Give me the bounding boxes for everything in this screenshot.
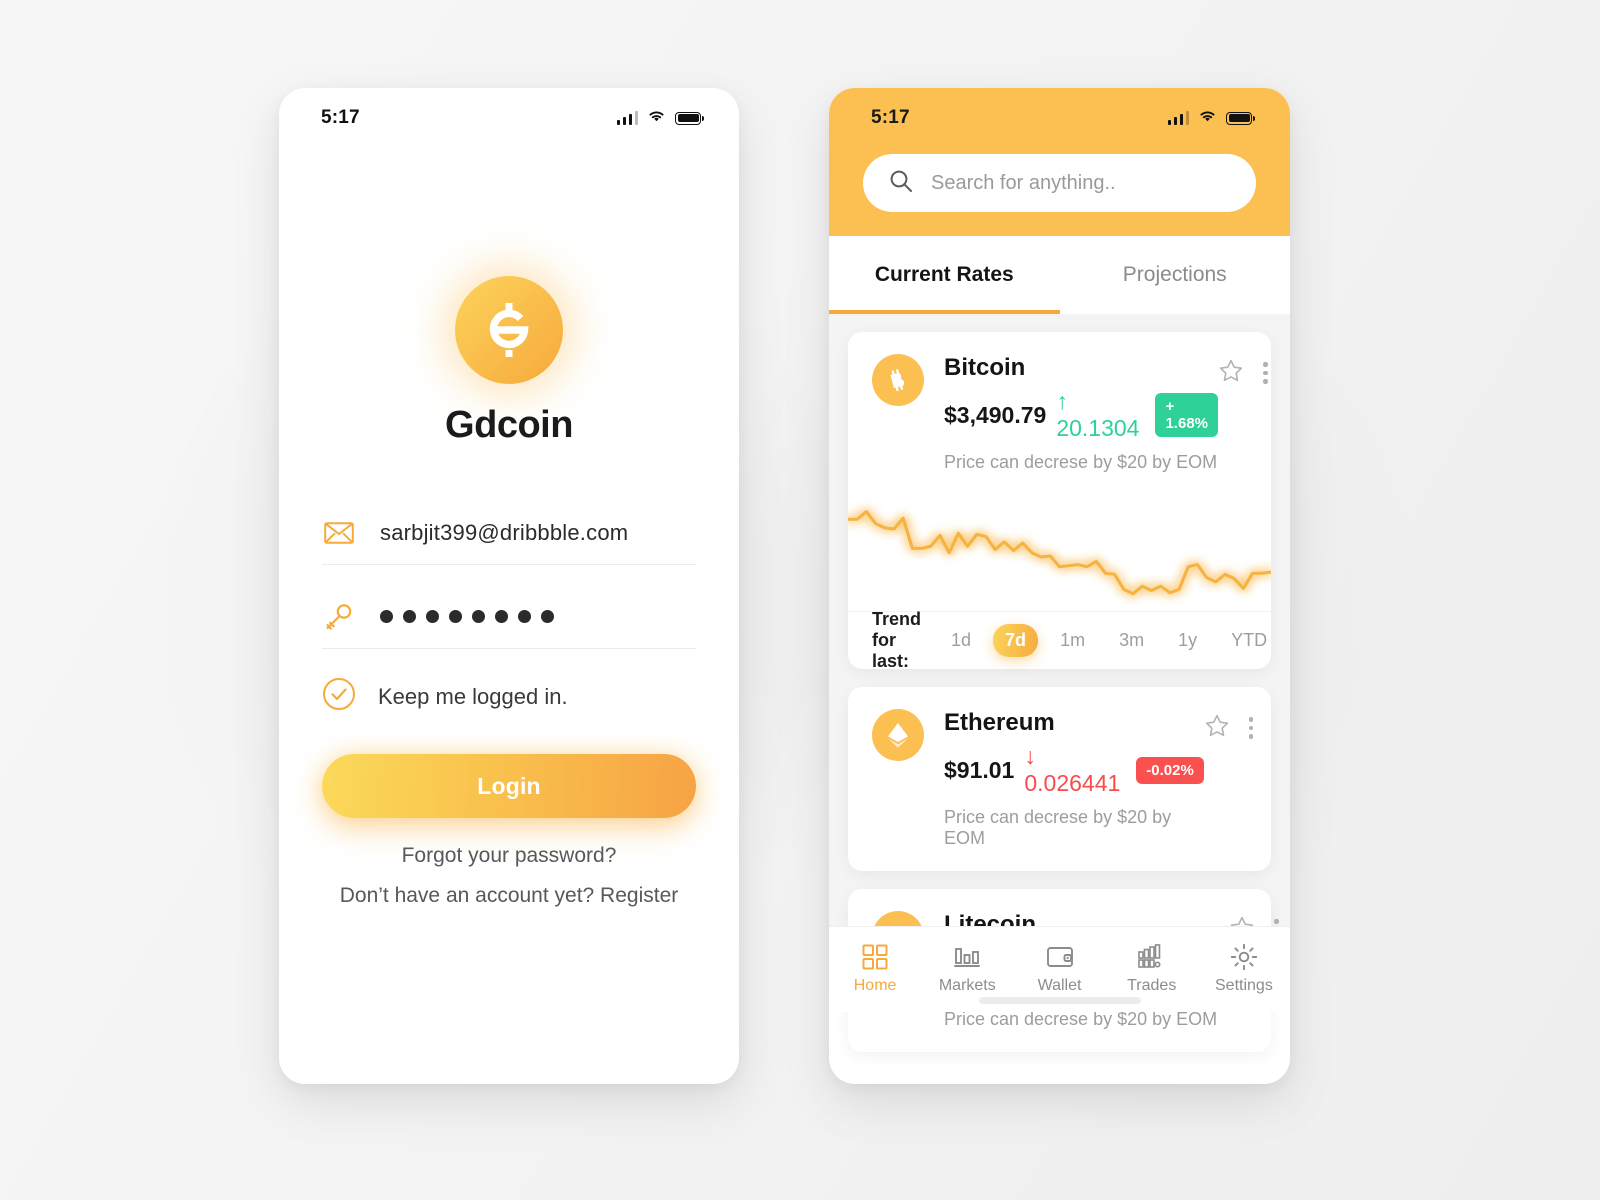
login-button[interactable]: Login — [322, 754, 696, 818]
login-status-bar: 5:17 — [279, 88, 739, 148]
coin-card-actions — [1218, 354, 1271, 473]
bar-chart-icon — [953, 944, 981, 970]
keep-logged-in-checkbox[interactable]: Keep me logged in. — [322, 677, 696, 716]
trades-chart-icon — [1137, 944, 1167, 970]
gear-icon — [1230, 943, 1258, 971]
coin-price: $91.01 — [944, 756, 1015, 783]
home-indicator — [978, 997, 1141, 1004]
forgot-password-link[interactable]: Forgot your password? — [322, 844, 696, 868]
trend-chip-3m[interactable]: 3m — [1107, 624, 1156, 657]
keep-logged-in-label: Keep me logged in. — [378, 683, 568, 709]
coin-note: Price can decrese by $20 by EOM — [944, 807, 1172, 848]
battery-icon — [675, 111, 705, 125]
rates-status-bar: 5:17 — [829, 88, 1290, 148]
nav-item-home[interactable]: Home — [829, 944, 921, 995]
grid-icon — [862, 944, 888, 970]
wallet-icon — [1046, 944, 1074, 970]
search-input[interactable] — [931, 171, 1230, 195]
trend-chip-1y[interactable]: 1y — [1166, 624, 1209, 657]
rates-list: Bitcoin $3,490.79 ↑ 20.1304 + 1.68% Pric… — [829, 314, 1290, 1052]
trend-chip-1m[interactable]: 1m — [1048, 624, 1097, 657]
rates-tabs: Current Rates Projections — [829, 236, 1290, 314]
key-icon — [322, 602, 356, 632]
coin-delta: ↓ 0.026441 — [1024, 743, 1121, 796]
search-bar[interactable] — [863, 154, 1256, 212]
battery-icon — [1226, 111, 1256, 125]
rates-header: 5:17 — [829, 88, 1290, 236]
login-phone-frame: 5:17 Gdcoin sarbjit399@dribbble.com Keep… — [279, 88, 739, 1084]
nav-label-trades: Trades — [1127, 977, 1177, 994]
coin-note: Price can decrese by $20 by EOM — [944, 452, 1218, 472]
trend-range-selector: Trend for last: 1d 7d 1m 3m 1y YTD — [848, 609, 1271, 671]
trend-label: Trend for last: — [872, 609, 922, 671]
nav-label-home: Home — [853, 977, 897, 994]
rates-phone-frame: 5:17 Current Rates Projections — [829, 88, 1290, 1084]
bitcoin-trend-chart — [848, 479, 1271, 611]
nav-label-wallet: Wallet — [1037, 977, 1082, 994]
coin-card-actions — [1204, 709, 1257, 849]
nav-item-settings[interactable]: Settings — [1198, 943, 1290, 995]
wifi-icon — [647, 109, 666, 128]
search-icon — [889, 169, 913, 198]
coin-card-ethereum[interactable]: Ethereum $91.01 ↓ 0.026441 -0.02% Price … — [848, 687, 1271, 871]
trend-chip-1d[interactable]: 1d — [939, 624, 983, 657]
coin-card-header: Bitcoin $3,490.79 ↑ 20.1304 + 1.68% Pric… — [848, 332, 1271, 473]
wifi-icon — [1198, 109, 1217, 128]
password-input-value[interactable] — [380, 610, 554, 623]
bottom-navigation: Home Markets Wallet Trades Settings — [829, 926, 1290, 1012]
trend-chip-7d[interactable]: 7d — [993, 624, 1039, 657]
star-outline-icon[interactable] — [1204, 713, 1230, 744]
coin-price: $3,490.79 — [944, 401, 1047, 428]
register-link[interactable]: Don’t have an account yet? Register — [322, 884, 696, 908]
email-input-value[interactable]: sarbjit399@dribbble.com — [380, 520, 628, 546]
ethereum-icon — [872, 709, 924, 761]
coin-name: Ethereum — [944, 709, 1055, 736]
tab-current-rates[interactable]: Current Rates — [829, 236, 1060, 314]
status-bar-icons — [616, 109, 705, 128]
nav-label-settings: Settings — [1215, 977, 1273, 994]
coin-info: Ethereum $91.01 ↓ 0.026441 -0.02% Price … — [944, 709, 1204, 849]
coin-price-row: $91.01 ↓ 0.026441 -0.02% — [944, 743, 1204, 797]
coin-price-row: $3,490.79 ↑ 20.1304 + 1.68% — [944, 388, 1218, 442]
check-circle-icon — [322, 677, 356, 716]
login-body: Gdcoin sarbjit399@dribbble.com Keep me l… — [279, 276, 739, 1084]
star-outline-icon[interactable] — [1218, 358, 1244, 389]
bitcoin-icon — [872, 354, 924, 406]
screenshot-stage: 5:17 Gdcoin sarbjit399@dribbble.com Keep… — [0, 0, 1600, 1200]
brand-block: Gdcoin — [322, 276, 696, 447]
nav-item-trades[interactable]: Trades — [1106, 944, 1198, 995]
coin-name: Bitcoin — [944, 354, 1026, 381]
tab-projections[interactable]: Projections — [1060, 236, 1291, 314]
envelope-icon — [322, 521, 356, 544]
page-title: Gdcoin — [445, 404, 573, 446]
nav-label-markets: Markets — [938, 977, 996, 994]
coin-note: Price can decrese by $20 by EOM — [944, 1009, 1218, 1029]
coin-info: Bitcoin $3,490.79 ↑ 20.1304 + 1.68% Pric… — [944, 354, 1218, 473]
status-bar-time: 5:17 — [871, 107, 910, 128]
signal-bars-icon — [1167, 111, 1189, 125]
status-badge: -0.02% — [1136, 756, 1204, 784]
coin-card-bitcoin[interactable]: Bitcoin $3,490.79 ↑ 20.1304 + 1.68% Pric… — [848, 332, 1271, 671]
kebab-menu-icon[interactable] — [1260, 358, 1271, 388]
status-bar-time: 5:17 — [321, 107, 360, 128]
trend-chip-ytd[interactable]: YTD — [1219, 624, 1279, 657]
signal-bars-icon — [616, 111, 638, 125]
password-field-row[interactable] — [322, 585, 696, 649]
email-field-row[interactable]: sarbjit399@dribbble.com — [322, 501, 696, 565]
gdcoin-logo-icon — [455, 276, 563, 384]
coin-card-header: Ethereum $91.01 ↓ 0.026441 -0.02% Price … — [848, 687, 1271, 849]
status-bar-icons — [1167, 109, 1256, 128]
coin-delta: ↑ 20.1304 — [1056, 388, 1140, 441]
nav-item-wallet[interactable]: Wallet — [1013, 944, 1105, 995]
nav-item-markets[interactable]: Markets — [921, 944, 1013, 995]
status-badge: + 1.68% — [1155, 393, 1218, 437]
kebab-menu-icon[interactable] — [1246, 713, 1257, 743]
